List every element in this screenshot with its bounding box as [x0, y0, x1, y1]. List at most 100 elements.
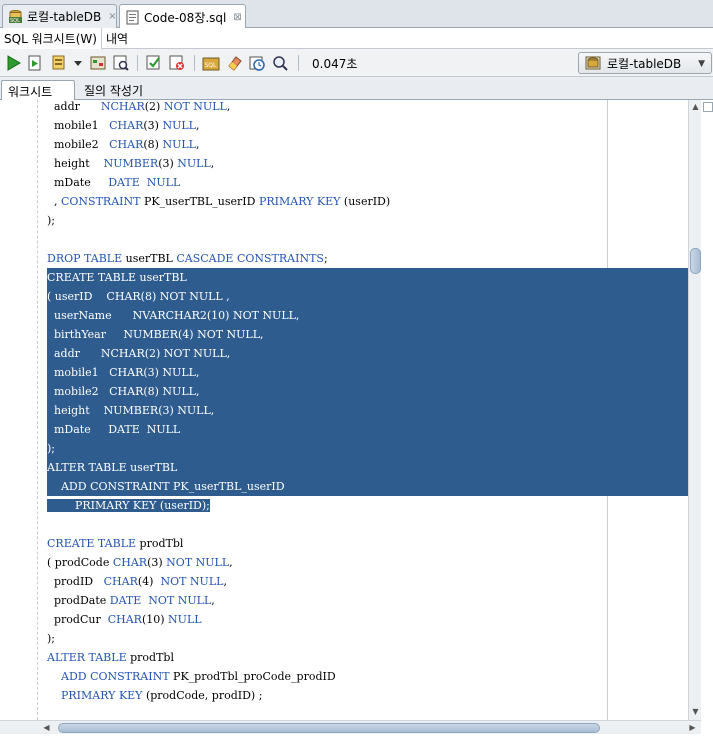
scroll-right-icon[interactable]: ▶ [686, 721, 699, 734]
code-line[interactable]: userName NVARCHAR2(10) NOT NULL, [47, 306, 689, 325]
run-statement-icon[interactable] [5, 54, 23, 72]
bottom-strip [0, 734, 713, 743]
code-token: , [195, 138, 200, 151]
code-line[interactable]: ( userID CHAR(8) NOT NULL , [47, 287, 689, 306]
sql-tuning-icon[interactable]: SQL [202, 54, 220, 72]
code-line[interactable]: CREATE TABLE userTBL [47, 268, 689, 287]
close-icon[interactable]: ⊠ [233, 12, 241, 23]
tab-history[interactable]: 내역 [102, 28, 132, 49]
sql-keyword: NULL [168, 613, 202, 626]
code-token: prodDate [47, 594, 110, 607]
sql-keyword: CASCADE CONSTRAINTS [176, 252, 324, 265]
elapsed-time: 0.047초 [312, 57, 358, 71]
code-line[interactable]: birthYear NUMBER(4) NOT NULL, [47, 325, 689, 344]
code-line[interactable]: CREATE TABLE prodTbl [47, 534, 689, 553]
code-token: ; [323, 252, 328, 265]
horizontal-scroll-thumb[interactable] [58, 723, 600, 733]
sql-keyword: CREATE TABLE [47, 537, 137, 550]
code-line[interactable]: mobile1 CHAR(3) NULL, [47, 363, 689, 382]
code-line[interactable]: ); [47, 439, 689, 458]
autotrace-icon[interactable] [112, 54, 130, 72]
sql-keyword: CHAR [109, 138, 144, 151]
code-token: ); [47, 442, 55, 455]
code-token: (3) [147, 556, 167, 569]
sql-keyword: NOT NULL [163, 100, 227, 113]
code-line[interactable]: mDate DATE NULL [47, 420, 689, 439]
code-line[interactable] [47, 230, 689, 249]
code-line[interactable]: DROP TABLE userTBL CASCADE CONSTRAINTS; [47, 249, 689, 268]
sql-keyword: CHAR [109, 119, 144, 132]
code-token: addr NCHAR(2) NOT NULL, [47, 347, 231, 360]
code-line[interactable]: PRIMARY KEY (prodCode, prodID) ; [47, 686, 689, 705]
close-icon[interactable]: × [108, 11, 116, 22]
file-tab-label: Code-08장.sql [144, 10, 227, 25]
sub-tab-strip: SQL 워크시트(W) 내역 [0, 27, 713, 49]
code-token: mobile2 [47, 138, 110, 151]
code-line[interactable]: prodCur CHAR(10) NULL [47, 610, 689, 629]
toolbar-separator [298, 55, 299, 71]
scroll-left-icon[interactable]: ◀ [40, 721, 53, 734]
code-line[interactable]: ); [47, 629, 689, 648]
eraser-icon[interactable] [225, 54, 243, 72]
code-line[interactable]: addr NCHAR(2) NOT NULL, [47, 97, 689, 116]
horizontal-scrollbar[interactable]: ◀ ▶ [0, 720, 701, 734]
code-token: userTBL [122, 252, 177, 265]
code-area[interactable]: addr NCHAR(2) NOT NULL, mobile1 CHAR(3) … [47, 97, 689, 705]
code-line[interactable]: height NUMBER(3) NULL, [47, 154, 689, 173]
code-line[interactable]: ADD CONSTRAINT PK_userTBL_userID [47, 477, 689, 496]
code-token: height NUMBER(3) NULL, [47, 404, 215, 417]
code-token: , [229, 556, 233, 569]
file-tab-local-tabledb[interactable]: SQL 로컬-tableDB × [2, 4, 117, 28]
code-line[interactable]: height NUMBER(3) NULL, [47, 401, 689, 420]
code-token: userName NVARCHAR2(10) NOT NULL, [47, 309, 300, 322]
scroll-down-icon[interactable]: ▼ [689, 705, 702, 718]
code-line[interactable]: ); [47, 211, 689, 230]
find-icon[interactable] [271, 54, 289, 72]
worksheet-toolbar: SQL 0.047초 로컬-tableDB ▼ [0, 49, 713, 77]
chevron-down-icon[interactable]: ▼ [698, 59, 705, 69]
code-line[interactable]: mobile2 CHAR(8) NULL, [47, 135, 689, 154]
code-token: height [47, 157, 104, 170]
commit-icon[interactable] [50, 54, 68, 72]
vertical-scrollbar[interactable]: ▲ ▼ [688, 100, 701, 720]
code-line[interactable] [47, 515, 689, 534]
code-line[interactable]: mobile1 CHAR(3) NULL, [47, 116, 689, 135]
split-box[interactable] [703, 102, 713, 112]
vertical-scroll-thumb[interactable] [690, 248, 701, 274]
code-line[interactable]: mobile2 CHAR(8) NULL, [47, 382, 689, 401]
code-line[interactable]: PRIMARY KEY (userID); [47, 496, 689, 515]
scroll-up-icon[interactable]: ▲ [689, 100, 702, 113]
code-line[interactable]: prodID CHAR(4) NOT NULL, [47, 572, 689, 591]
sql-editor[interactable]: addr NCHAR(2) NOT NULL, mobile1 CHAR(3) … [0, 100, 713, 743]
selected-text[interactable]: PRIMARY KEY (userID); [47, 499, 210, 512]
sql-keyword: ALTER TABLE [47, 651, 127, 664]
commit-icon[interactable] [145, 54, 163, 72]
code-line[interactable]: addr NCHAR(2) NOT NULL, [47, 344, 689, 363]
code-token: ( userID CHAR(8) NOT NULL , [47, 290, 230, 303]
code-line[interactable]: , CONSTRAINT PK_userTBL_userID PRIMARY K… [47, 192, 689, 211]
file-tab-code-08[interactable]: Code-08장.sql ⊠ [119, 4, 246, 29]
code-token: CREATE TABLE userTBL [47, 271, 187, 284]
code-line[interactable]: ALTER TABLE userTBL [47, 458, 689, 477]
history-icon[interactable] [248, 54, 266, 72]
sql-keyword: NULL [162, 138, 196, 151]
run-script-icon[interactable] [26, 54, 44, 72]
sql-keyword: DATE [108, 176, 140, 189]
rollback-icon[interactable] [168, 54, 186, 72]
explain-plan-icon[interactable] [89, 54, 107, 72]
code-line[interactable]: ADD CONSTRAINT PK_prodTbl_proCode_prodID [47, 667, 689, 686]
tab-sql-worksheet[interactable]: SQL 워크시트(W) [0, 27, 102, 49]
sql-keyword: NOT NULL [160, 575, 224, 588]
code-line[interactable]: prodDate DATE NOT NULL, [47, 591, 689, 610]
code-token: addr [47, 100, 101, 113]
dropdown-icon[interactable] [72, 54, 84, 72]
code-token: mDate DATE NULL [47, 423, 181, 436]
code-line[interactable]: ALTER TABLE prodTbl [47, 648, 689, 667]
code-line[interactable]: ( prodCode CHAR(3) NOT NULL, [47, 553, 689, 572]
code-token: (2) [144, 100, 164, 113]
sql-keyword: NULL [146, 176, 181, 189]
connection-select[interactable]: 로컬-tableDB ▼ [578, 52, 712, 74]
code-line[interactable]: mDate DATE NULL [47, 173, 689, 192]
